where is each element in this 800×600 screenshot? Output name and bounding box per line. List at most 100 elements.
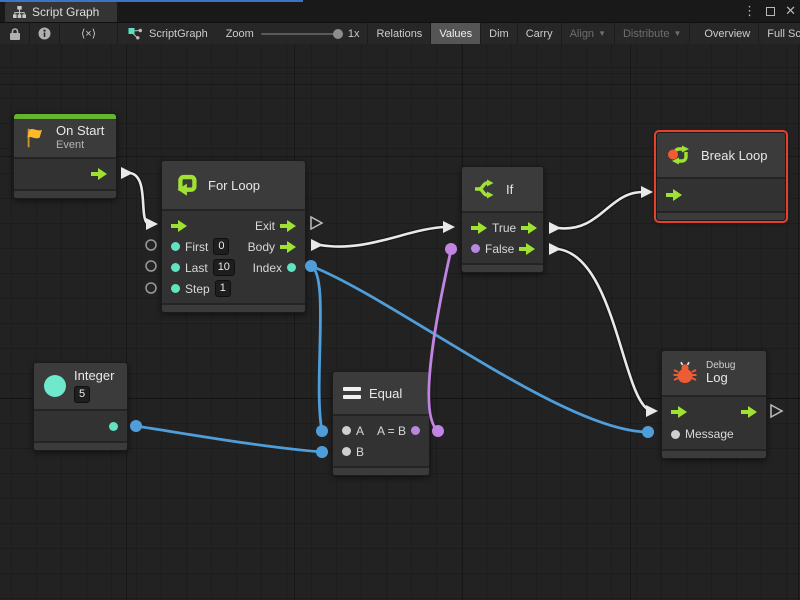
- graph-canvas[interactable]: On Start Event For Loop: [0, 44, 800, 600]
- port-label-first: First: [185, 240, 208, 254]
- node-header: Integer 5: [34, 363, 127, 409]
- menu-kebab-icon[interactable]: ⋮: [743, 0, 756, 22]
- integer-output-port[interactable]: [109, 422, 118, 431]
- flow-input-port[interactable]: [171, 220, 187, 232]
- true-output-port[interactable]: [521, 222, 537, 234]
- flow-input-port[interactable]: [471, 222, 487, 234]
- wire-equal-to-if-condition[interactable]: [429, 250, 451, 431]
- body-output-port[interactable]: [280, 241, 296, 253]
- node-title: Break Loop: [701, 148, 768, 163]
- node-footer: [14, 189, 116, 198]
- index-output-port[interactable]: [287, 263, 296, 272]
- breadcrumb[interactable]: ScriptGraph: [118, 23, 218, 44]
- flow-input-port[interactable]: [671, 406, 687, 418]
- flow-output-port[interactable]: [741, 406, 757, 418]
- wire-body-to-if[interactable]: [311, 221, 455, 251]
- exit-unconnected-marker[interactable]: [311, 217, 322, 229]
- node-break-loop[interactable]: Break Loop: [656, 132, 786, 221]
- node-subtitle: Event: [56, 139, 104, 152]
- node-body: [34, 409, 127, 441]
- node-title: Integer: [74, 369, 114, 384]
- dim-button[interactable]: Dim: [481, 23, 518, 44]
- port-label-last: Last: [185, 261, 208, 275]
- node-header: Equal: [333, 372, 429, 414]
- port-label-body: Body: [248, 240, 275, 254]
- wire-index-to-equal-a[interactable]: [311, 266, 322, 431]
- fullscreen-button[interactable]: Full Screen: [759, 23, 800, 44]
- zoom-slider-knob[interactable]: [333, 29, 343, 39]
- node-header: For Loop: [162, 161, 305, 209]
- flow-output-port[interactable]: [91, 168, 107, 180]
- node-title: For Loop: [208, 178, 260, 193]
- window-controls: ⋮ ✕: [743, 0, 796, 22]
- node-if[interactable]: If True False: [461, 166, 544, 273]
- port-label-true: True: [492, 221, 516, 235]
- debug-out-unconnected-marker[interactable]: [771, 405, 782, 417]
- loop-icon: [172, 171, 200, 199]
- result-output-port[interactable]: [411, 426, 420, 435]
- wire-true-to-breakloop[interactable]: [549, 186, 653, 234]
- collapse-glyph: ⟨×⟩: [81, 27, 96, 40]
- wires-overlay: [0, 44, 800, 600]
- node-body: Exit First 0 Body Last 10: [162, 209, 305, 303]
- node-on-start[interactable]: On Start Event: [13, 113, 117, 199]
- node-footer: [462, 263, 543, 272]
- step-input-port[interactable]: [171, 284, 180, 293]
- distribute-label: Distribute: [623, 28, 669, 40]
- last-value-field[interactable]: 10: [213, 259, 235, 276]
- maximize-icon[interactable]: [766, 7, 775, 16]
- wire-onstart-to-forloop[interactable]: [121, 167, 158, 230]
- a-input-port[interactable]: [342, 426, 351, 435]
- node-body: [14, 157, 116, 189]
- script-graph-window: Script Graph ⋮ ✕ ⟨×⟩: [0, 0, 800, 600]
- break-loop-icon: [667, 142, 693, 168]
- node-for-loop[interactable]: For Loop Exit First 0 Body: [161, 160, 306, 313]
- node-debug-log[interactable]: Debug Log Message: [661, 350, 767, 459]
- equals-icon: [343, 387, 361, 399]
- flow-input-port[interactable]: [666, 189, 682, 201]
- step-value-field[interactable]: 1: [215, 280, 231, 297]
- wire-integer-to-equal-b[interactable]: [136, 426, 322, 452]
- first-default-marker[interactable]: [146, 240, 156, 250]
- chevron-down-icon: ▼: [673, 29, 681, 38]
- step-default-marker[interactable]: [146, 283, 156, 293]
- info-button[interactable]: [30, 23, 60, 44]
- distribute-button[interactable]: Distribute ▼: [615, 23, 690, 44]
- flag-icon: [24, 126, 48, 150]
- close-icon[interactable]: ✕: [785, 0, 796, 22]
- tab-bar: Script Graph ⋮ ✕: [0, 0, 800, 22]
- condition-input-port[interactable]: [471, 244, 480, 253]
- node-footer: [162, 303, 305, 312]
- message-input-port[interactable]: [671, 430, 680, 439]
- false-output-port[interactable]: [519, 243, 535, 255]
- integer-value-field[interactable]: 5: [74, 386, 90, 403]
- port-label-step: Step: [185, 282, 210, 296]
- b-input-port[interactable]: [342, 447, 351, 456]
- first-value-field[interactable]: 0: [213, 238, 229, 255]
- node-equal[interactable]: Equal A A = B B: [332, 371, 430, 476]
- exit-output-port[interactable]: [280, 220, 296, 232]
- node-title: Log: [706, 371, 735, 386]
- wire-false-to-debuglog[interactable]: [549, 243, 658, 417]
- align-button[interactable]: Align ▼: [562, 23, 615, 44]
- node-title: Equal: [369, 386, 402, 401]
- tab-script-graph[interactable]: Script Graph: [5, 2, 117, 22]
- port-label-b: B: [356, 445, 364, 459]
- overview-button[interactable]: Overview: [696, 23, 759, 44]
- node-title: On Start: [56, 124, 104, 139]
- bug-icon: [672, 360, 698, 386]
- node-header: Debug Log: [662, 351, 766, 395]
- last-default-marker[interactable]: [146, 261, 156, 271]
- lock-button[interactable]: [0, 23, 30, 44]
- info-icon: [38, 27, 51, 40]
- values-button[interactable]: Values: [431, 23, 481, 44]
- node-body: True False: [462, 211, 543, 263]
- last-input-port[interactable]: [171, 263, 180, 272]
- node-integer[interactable]: Integer 5: [33, 362, 128, 451]
- collapse-button[interactable]: ⟨×⟩: [60, 23, 118, 44]
- port-label-message: Message: [685, 427, 734, 441]
- carry-button[interactable]: Carry: [518, 23, 562, 44]
- first-input-port[interactable]: [171, 242, 180, 251]
- relations-button[interactable]: Relations: [368, 23, 431, 44]
- zoom-slider[interactable]: [261, 33, 341, 35]
